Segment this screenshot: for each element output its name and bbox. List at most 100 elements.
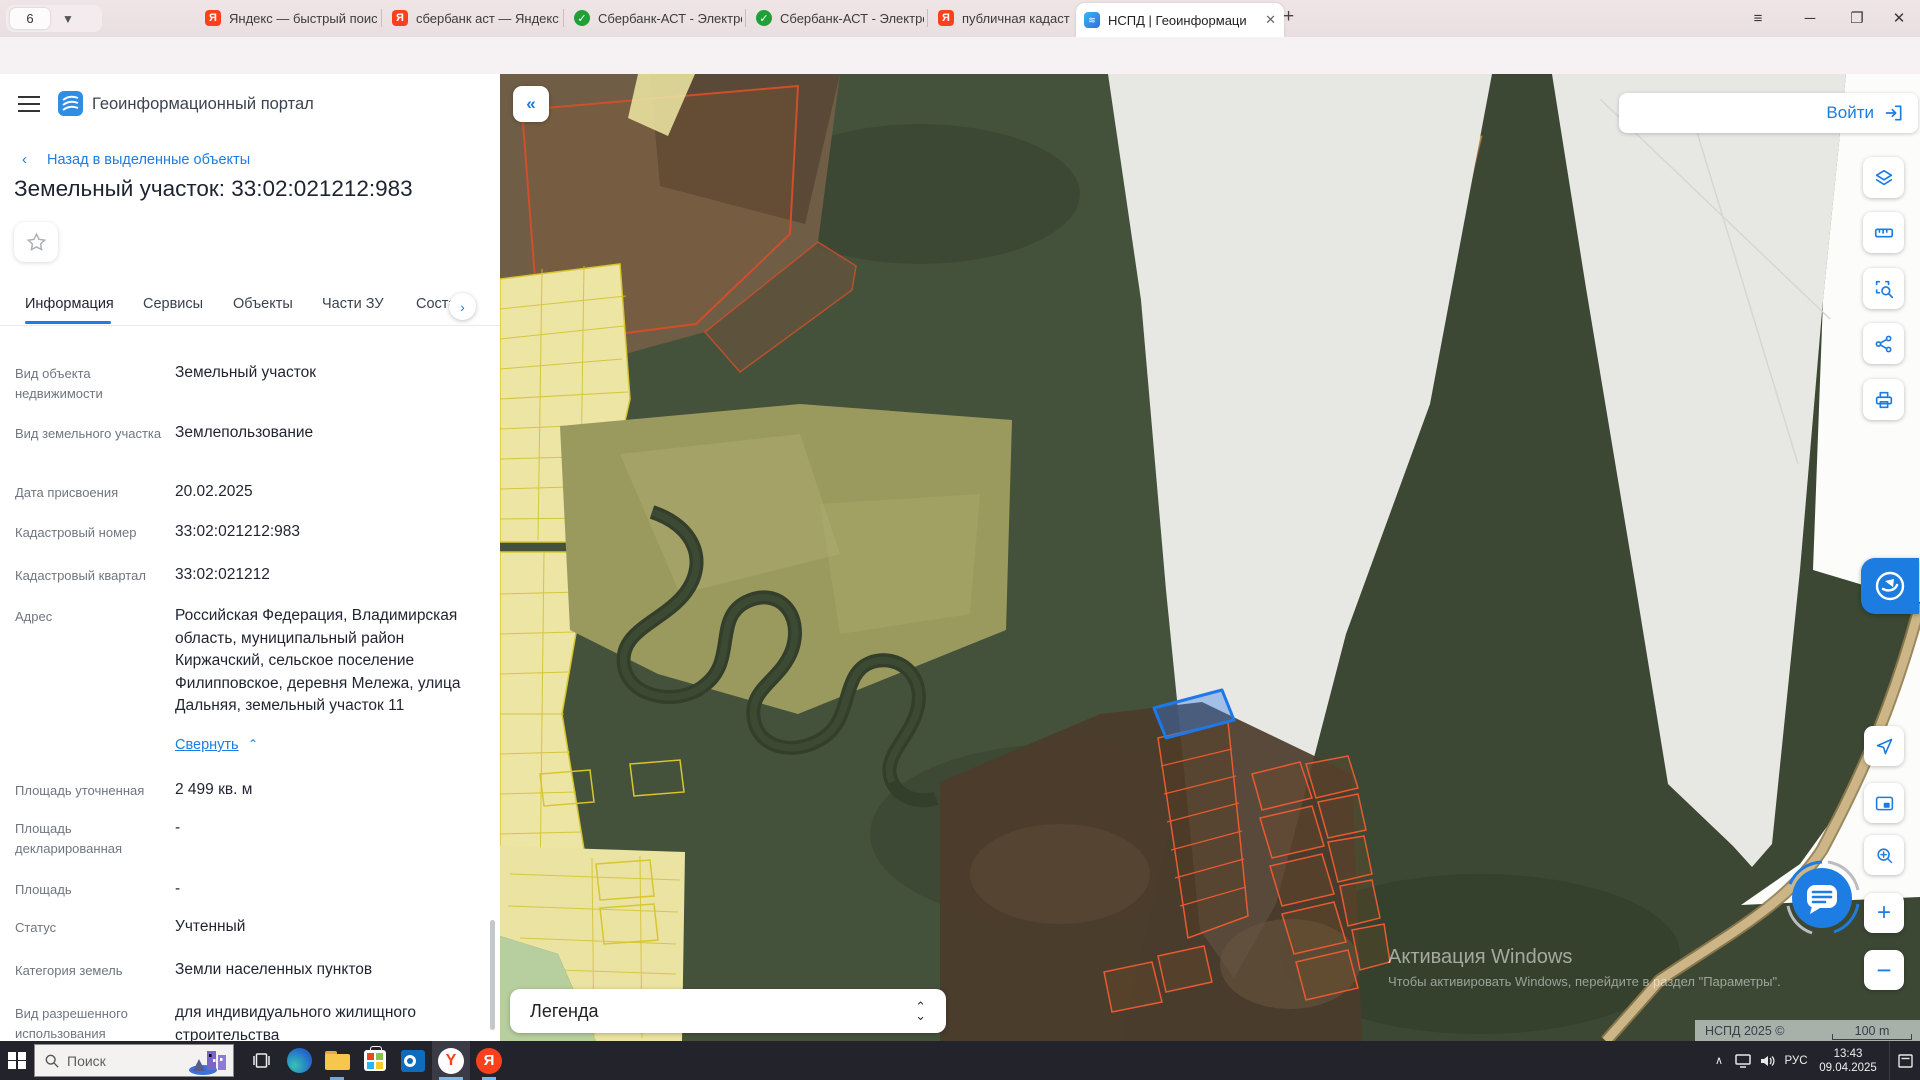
field-value-address: Российская Федерация, Владимирская облас… [175, 605, 489, 718]
field-label: Кадастровый квартал [15, 566, 167, 586]
tab-information[interactable]: Информация [25, 296, 114, 312]
locate-button[interactable] [1864, 726, 1904, 766]
taskbar-app-yandex[interactable]: Я [470, 1041, 508, 1080]
check-icon: ✓ [756, 10, 772, 26]
browser-tab-5[interactable]: Я публичная кадастровая к [938, 0, 1070, 36]
tab-services[interactable]: Сервисы [143, 296, 203, 312]
tab-counter[interactable]: 6 ▼ [6, 5, 102, 32]
tab-title: НСПД | Геоинформаци [1108, 13, 1259, 28]
layers-button[interactable] [1863, 157, 1904, 198]
field-label: Дата присвоения [15, 483, 167, 503]
taskbar-app-outlook[interactable] [394, 1041, 432, 1080]
panel-scrollbar[interactable] [490, 920, 495, 1030]
field-value: 20.02.2025 [175, 481, 489, 504]
expand-collapse-icon[interactable]: ⌃⌄ [915, 1002, 926, 1020]
chevron-down-icon[interactable]: ▼ [62, 12, 74, 26]
login-bar[interactable]: Войти [1619, 93, 1918, 133]
back-chevron-icon[interactable]: ‹ [22, 151, 27, 168]
restore-button[interactable]: ❐ [1842, 4, 1872, 32]
browser-tab-active[interactable]: ≋ НСПД | Геоинформаци ✕ [1076, 3, 1284, 37]
edge-icon [287, 1048, 312, 1073]
taskbar-app-explorer[interactable] [318, 1041, 356, 1080]
print-button[interactable] [1863, 379, 1904, 420]
chevron-up-icon[interactable]: ⌃ [248, 737, 258, 751]
field-label: Кадастровый номер [15, 523, 167, 543]
field-value: - [175, 817, 489, 840]
map-attribution-bar: НСПД 2025 © 100 m [1695, 1020, 1920, 1041]
scale-bar: 100 m [1832, 1024, 1912, 1038]
start-button[interactable] [0, 1041, 34, 1080]
ruler-icon [1873, 222, 1895, 244]
time: 13:43 [1813, 1047, 1883, 1061]
notification-center-icon[interactable] [1889, 1041, 1920, 1080]
tab-objects[interactable]: Объекты [233, 296, 293, 312]
favorite-star-button[interactable] [14, 222, 58, 262]
language-indicator[interactable]: РУС [1779, 1041, 1813, 1080]
system-tray: ∧ РУС 13:43 09.04.2025 [1707, 1041, 1920, 1080]
tab-count[interactable]: 6 [10, 8, 50, 29]
field-value: Земли населенных пунктов [175, 959, 489, 982]
windows-activation-watermark: Активация Windows [1388, 946, 1572, 969]
tabs-scroll-right-button[interactable]: › [449, 293, 476, 320]
task-view-button[interactable] [242, 1041, 280, 1080]
new-tab-button[interactable]: + [1283, 6, 1294, 28]
zoom-in-button[interactable]: + [1864, 893, 1904, 933]
store-icon [364, 1050, 386, 1071]
close-window-button[interactable]: ✕ [1884, 4, 1914, 32]
outlook-icon [401, 1050, 425, 1072]
measure-button[interactable] [1863, 212, 1904, 253]
overview-map-button[interactable] [1864, 783, 1904, 823]
display-icon[interactable] [1731, 1041, 1755, 1080]
taskbar-search[interactable]: Поиск [34, 1044, 234, 1077]
field-label: Площадь [15, 880, 167, 900]
tab-parts[interactable]: Части ЗУ [322, 296, 384, 312]
legend-label: Легенда [530, 1001, 598, 1022]
taskbar-app-yandex-browser[interactable]: Y [432, 1041, 470, 1080]
share-button[interactable] [1863, 323, 1904, 364]
browser-menu-icon[interactable]: ≡ [1743, 4, 1773, 32]
field-value: для индивидуального жилищного строительс… [175, 1002, 489, 1041]
assistant-chat-icon [1873, 569, 1907, 603]
attribution-text: НСПД 2025 © [1705, 1024, 1784, 1038]
close-tab-icon[interactable]: ✕ [1265, 12, 1276, 28]
tabs-divider [0, 325, 500, 326]
search-weather-illustration [187, 1047, 231, 1075]
field-label: Вид земельного участка [15, 424, 167, 444]
zoom-to-area-button[interactable] [1864, 835, 1904, 875]
browser-tab-4[interactable]: ✓ Сбербанк-АСТ - Электро [756, 0, 924, 36]
overview-frame-icon [1874, 793, 1895, 814]
object-info-panel: Геоинформационный портал ‹ Назад в выдел… [0, 74, 500, 1041]
browser-tab-2[interactable]: Я сбербанк аст — Яндекс: н [392, 0, 560, 36]
field-value: Земельный участок [175, 362, 489, 385]
zoom-out-button[interactable]: − [1864, 950, 1904, 990]
active-tab-underline [25, 321, 111, 324]
browser-tab-1[interactable]: Я Яндекс — быстрый поиск [205, 0, 377, 36]
clock[interactable]: 13:43 09.04.2025 [1813, 1047, 1883, 1075]
tab-title: Яндекс — быстрый поиск [229, 11, 377, 26]
back-to-selected-link[interactable]: Назад в выделенные объекты [47, 152, 250, 168]
field-value: Землепользование [175, 422, 489, 445]
field-value: - [175, 878, 489, 901]
minimize-button[interactable]: ─ [1795, 4, 1825, 32]
login-label[interactable]: Войти [1826, 103, 1874, 123]
collapse-link[interactable]: Свернуть [175, 737, 239, 753]
windows-activation-watermark-line2: Чтобы активировать Windows, перейдите в … [1388, 974, 1781, 989]
tab-title: Сбербанк-АСТ - Электро [598, 11, 742, 26]
assistant-button[interactable] [1861, 558, 1919, 614]
taskbar-app-edge[interactable] [280, 1041, 318, 1080]
taskbar-app-store[interactable] [356, 1041, 394, 1080]
feedback-chat-button[interactable] [1778, 854, 1866, 942]
task-view-icon [253, 1053, 270, 1068]
hamburger-menu-icon[interactable] [18, 96, 40, 112]
browser-tab-3[interactable]: ✓ Сбербанк-АСТ - Электро [574, 0, 742, 36]
tab-title: Сбербанк-АСТ - Электро [780, 11, 924, 26]
volume-icon[interactable] [1755, 1041, 1779, 1080]
search-placeholder: Поиск [67, 1053, 106, 1069]
legend-bar[interactable]: Легенда ⌃⌄ [510, 989, 946, 1033]
map-canvas[interactable]: « Войти + − [500, 74, 1920, 1041]
tray-expand-icon[interactable]: ∧ [1707, 1041, 1731, 1080]
collapse-panel-button[interactable]: « [513, 86, 549, 122]
field-value: 33:02:021212 [175, 564, 489, 587]
object-title: Земельный участок: 33:02:021212:983 [14, 176, 413, 202]
select-area-button[interactable] [1863, 268, 1904, 309]
